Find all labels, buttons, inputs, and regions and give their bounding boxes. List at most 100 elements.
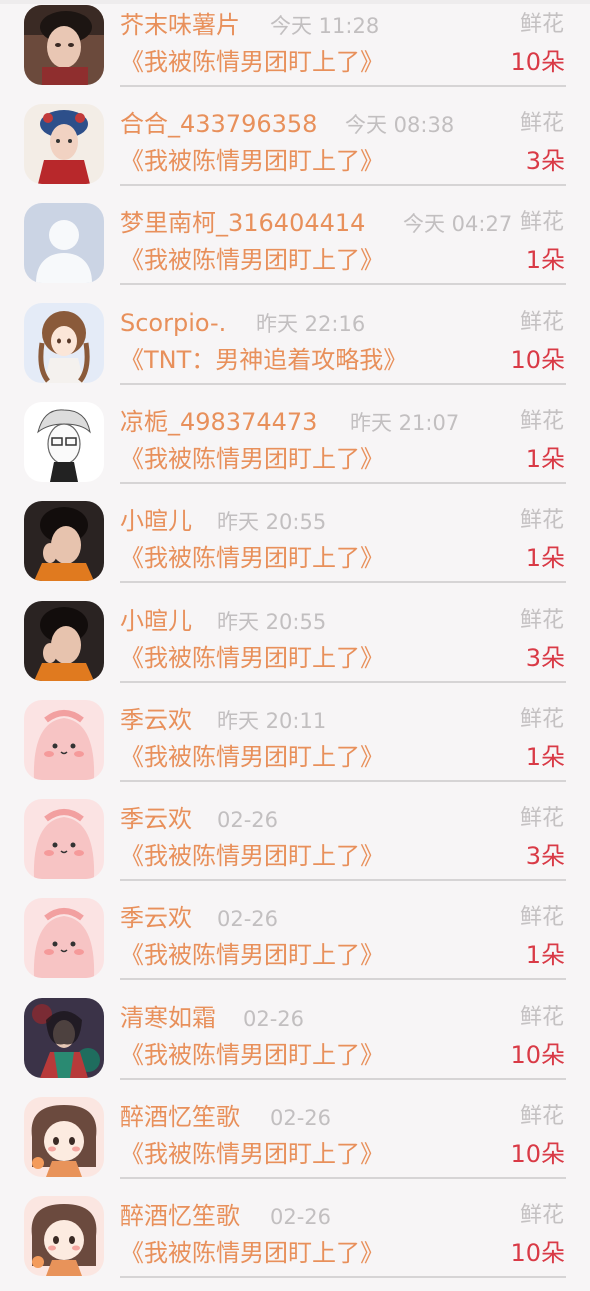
sketch-boy-avatar-icon xyxy=(24,402,104,482)
timestamp: 今天 08:38 xyxy=(345,113,455,137)
anime-girl-avatar-icon xyxy=(24,303,104,383)
book-title-link[interactable]: 《我被陈情男团盯上了》 xyxy=(120,443,384,475)
avatar[interactable] xyxy=(24,303,104,383)
user-name[interactable]: 醉酒忆笙歌 xyxy=(120,1101,240,1133)
avatar[interactable] xyxy=(24,402,104,482)
avatar[interactable] xyxy=(24,700,104,780)
gift-count: 3朵 xyxy=(525,147,565,175)
user-name[interactable]: 芥末味薯片 xyxy=(120,9,240,41)
user-name[interactable]: 凉栀_498374473 xyxy=(120,406,317,438)
divider xyxy=(120,283,566,285)
book-title-link[interactable]: 《我被陈情男团盯上了》 xyxy=(120,1138,384,1170)
avatar[interactable] xyxy=(24,203,104,283)
avatar[interactable] xyxy=(24,501,104,581)
user-name[interactable]: 小暄儿 xyxy=(120,505,192,537)
gift-count: 3朵 xyxy=(525,644,565,672)
divider xyxy=(120,780,566,782)
gift-count: 10朵 xyxy=(510,48,565,76)
user-name[interactable]: 合合_433796358 xyxy=(120,108,317,140)
timestamp: 昨天 20:55 xyxy=(217,610,327,634)
divider xyxy=(120,383,566,385)
avatar[interactable] xyxy=(24,601,104,681)
divider xyxy=(120,581,566,583)
list-item[interactable]: 醉酒忆笙歌 02-26 鲜花 《我被陈情男团盯上了》 10朵 xyxy=(0,1191,590,1291)
user-name[interactable]: 小暄儿 xyxy=(120,605,192,637)
gift-type-label: 鲜花 xyxy=(519,905,564,930)
list-item[interactable]: 清寒如霜 02-26 鲜花 《我被陈情男团盯上了》 10朵 xyxy=(0,993,590,1093)
book-title-link[interactable]: 《TNT：男神追着攻略我》 xyxy=(120,344,407,376)
avatar[interactable] xyxy=(24,5,104,85)
gift-count: 10朵 xyxy=(510,346,565,374)
default-person-avatar-icon xyxy=(24,203,104,283)
gift-count: 1朵 xyxy=(525,246,565,274)
gift-type-label: 鲜花 xyxy=(519,1203,564,1228)
divider xyxy=(120,978,566,980)
gift-type-label: 鲜花 xyxy=(519,409,564,434)
list-item[interactable]: 季云欢 昨天 20:11 鲜花 《我被陈情男团盯上了》 1朵 xyxy=(0,695,590,795)
timestamp: 02-26 xyxy=(270,1106,332,1130)
avatar[interactable] xyxy=(24,1097,104,1177)
book-title-link[interactable]: 《我被陈情男团盯上了》 xyxy=(120,145,384,177)
gift-count: 1朵 xyxy=(525,544,565,572)
user-name[interactable]: 季云欢 xyxy=(120,704,192,736)
avatar[interactable] xyxy=(24,104,104,184)
user-name[interactable]: 季云欢 xyxy=(120,803,192,835)
book-title-link[interactable]: 《我被陈情男团盯上了》 xyxy=(120,244,384,276)
gift-type-label: 鲜花 xyxy=(519,12,564,37)
timestamp: 02-26 xyxy=(270,1205,332,1229)
list-item[interactable]: 小暄儿 昨天 20:55 鲜花 《我被陈情男团盯上了》 1朵 xyxy=(0,496,590,596)
gift-count: 10朵 xyxy=(510,1041,565,1069)
photo-costume-avatar-icon xyxy=(24,104,104,184)
list-item[interactable]: 小暄儿 昨天 20:55 鲜花 《我被陈情男团盯上了》 3朵 xyxy=(0,596,590,696)
user-name[interactable]: 梦里南柯_316404414 xyxy=(120,207,365,239)
avatar[interactable] xyxy=(24,1196,104,1276)
gift-type-label: 鲜花 xyxy=(519,1005,564,1030)
user-name[interactable]: Scorpio-. xyxy=(120,307,226,339)
divider xyxy=(120,1078,566,1080)
timestamp: 02-26 xyxy=(217,907,279,931)
flower-gift-list: 芥末味薯片 今天 11:28 鲜花 《我被陈情男团盯上了》 10朵 合合_433… xyxy=(0,0,590,1280)
chibi-girl-avatar-icon xyxy=(24,1196,104,1276)
divider xyxy=(120,482,566,484)
photo-boy-avatar-icon xyxy=(24,601,104,681)
divider xyxy=(120,85,566,87)
gift-count: 3朵 xyxy=(525,842,565,870)
list-item[interactable]: 季云欢 02-26 鲜花 《我被陈情男团盯上了》 1朵 xyxy=(0,893,590,993)
list-item[interactable]: 梦里南柯_316404414 今天 04:27 鲜花 《我被陈情男团盯上了》 1… xyxy=(0,198,590,298)
user-name[interactable]: 清寒如霜 xyxy=(120,1002,216,1034)
timestamp: 02-26 xyxy=(243,1007,305,1031)
photo-boy-avatar-icon xyxy=(24,501,104,581)
gift-type-label: 鲜花 xyxy=(519,210,564,235)
book-title-link[interactable]: 《我被陈情男团盯上了》 xyxy=(120,1237,384,1269)
timestamp: 昨天 22:16 xyxy=(256,312,366,336)
pink-blob-avatar-icon xyxy=(24,799,104,879)
list-item[interactable]: 季云欢 02-26 鲜花 《我被陈情男团盯上了》 3朵 xyxy=(0,794,590,894)
gift-type-label: 鲜花 xyxy=(519,111,564,136)
avatar[interactable] xyxy=(24,998,104,1078)
book-title-link[interactable]: 《我被陈情男团盯上了》 xyxy=(120,1039,384,1071)
user-name[interactable]: 醉酒忆笙歌 xyxy=(120,1200,240,1232)
avatar[interactable] xyxy=(24,799,104,879)
user-name[interactable]: 季云欢 xyxy=(120,902,192,934)
divider xyxy=(120,681,566,683)
list-item[interactable]: Scorpio-. 昨天 22:16 鲜花 《TNT：男神追着攻略我》 10朵 xyxy=(0,298,590,398)
timestamp: 昨天 20:55 xyxy=(217,510,327,534)
gift-type-label: 鲜花 xyxy=(519,608,564,633)
book-title-link[interactable]: 《我被陈情男团盯上了》 xyxy=(120,939,384,971)
list-item[interactable]: 凉栀_498374473 昨天 21:07 鲜花 《我被陈情男团盯上了》 1朵 xyxy=(0,397,590,497)
book-title-link[interactable]: 《我被陈情男团盯上了》 xyxy=(120,840,384,872)
book-title-link[interactable]: 《我被陈情男团盯上了》 xyxy=(120,46,384,78)
timestamp: 昨天 20:11 xyxy=(217,709,327,733)
pink-blob-avatar-icon xyxy=(24,898,104,978)
list-item[interactable]: 合合_433796358 今天 08:38 鲜花 《我被陈情男团盯上了》 3朵 xyxy=(0,99,590,199)
timestamp: 02-26 xyxy=(217,808,279,832)
gift-type-label: 鲜花 xyxy=(519,806,564,831)
list-item[interactable]: 醉酒忆笙歌 02-26 鲜花 《我被陈情男团盯上了》 10朵 xyxy=(0,1092,590,1192)
book-title-link[interactable]: 《我被陈情男团盯上了》 xyxy=(120,741,384,773)
gift-type-label: 鲜花 xyxy=(519,707,564,732)
avatar[interactable] xyxy=(24,898,104,978)
book-title-link[interactable]: 《我被陈情男团盯上了》 xyxy=(120,642,384,674)
book-title-link[interactable]: 《我被陈情男团盯上了》 xyxy=(120,542,384,574)
list-item[interactable]: 芥末味薯片 今天 11:28 鲜花 《我被陈情男团盯上了》 10朵 xyxy=(0,0,590,100)
gift-type-label: 鲜花 xyxy=(519,1104,564,1129)
